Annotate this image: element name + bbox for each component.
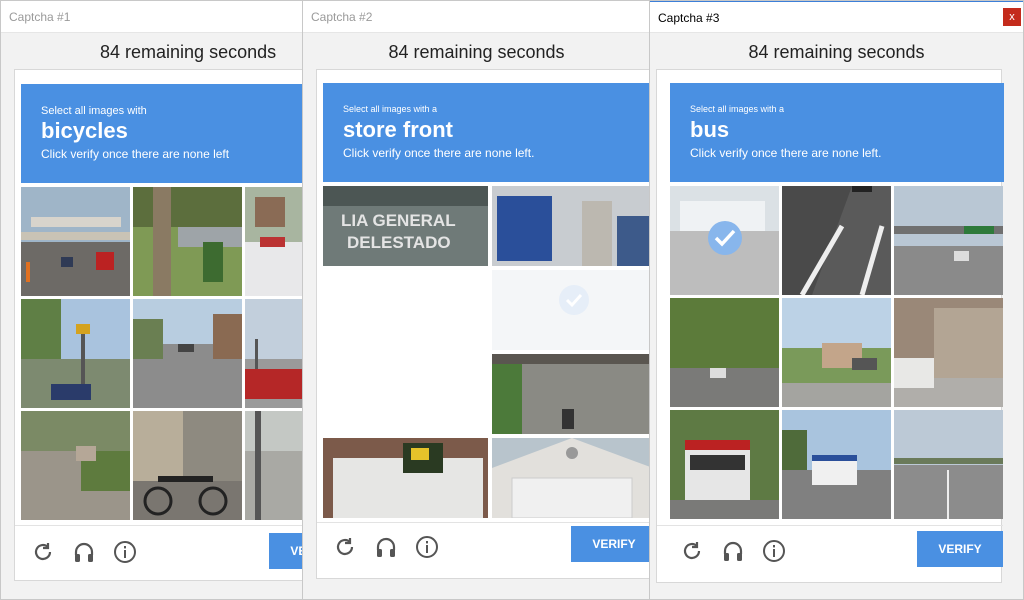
- image-tile[interactable]: [670, 186, 779, 295]
- verify-button[interactable]: VERIFY: [917, 531, 1003, 567]
- headphones-icon[interactable]: [374, 535, 398, 559]
- window-title: Captcha #1: [9, 10, 71, 24]
- window-title: Captcha #3: [658, 11, 720, 25]
- title-bar[interactable]: Captcha #2: [303, 1, 650, 33]
- verify-button[interactable]: VERIFY: [269, 533, 305, 569]
- image-tile[interactable]: [245, 411, 305, 520]
- image-tile[interactable]: LIA GENERAL DELESTADO: [323, 186, 488, 266]
- reload-icon[interactable]: [31, 540, 55, 564]
- prompt-banner: Select all images with a bus Click verif…: [670, 83, 1004, 182]
- captcha-panel: Select all images with bicycles Click ve…: [14, 69, 305, 581]
- captcha-window-2: Captcha #2 84 remaining seconds Select a…: [302, 0, 651, 600]
- image-tile[interactable]: [670, 410, 779, 519]
- countdown-timer: 84 remaining seconds: [100, 42, 277, 62]
- captcha-panel: Select all images with a bus Click verif…: [656, 69, 1004, 583]
- prompt-banner: Select all images with a store front Cli…: [323, 83, 650, 182]
- image-tile[interactable]: [492, 438, 650, 518]
- image-tile[interactable]: [782, 298, 891, 407]
- info-icon[interactable]: [415, 535, 439, 559]
- prompt-hint: Click verify once there are none left.: [343, 146, 535, 160]
- image-tile[interactable]: [323, 438, 488, 518]
- reload-icon[interactable]: [333, 535, 357, 559]
- image-tile[interactable]: [21, 299, 130, 408]
- image-tile[interactable]: [133, 187, 242, 296]
- image-tile[interactable]: [894, 186, 1003, 295]
- prompt-instruction: Select all images with: [41, 105, 147, 117]
- prompt-target: bus: [690, 117, 730, 142]
- image-tile[interactable]: [245, 299, 305, 408]
- title-bar[interactable]: Captcha #1: [1, 1, 305, 33]
- image-tile[interactable]: [21, 411, 130, 520]
- headphones-icon[interactable]: [721, 539, 745, 563]
- prompt-target: bicycles: [41, 118, 128, 143]
- divider: [657, 525, 1003, 526]
- prompt-banner: Select all images with bicycles Click ve…: [21, 84, 305, 183]
- image-tile[interactable]: [670, 298, 779, 407]
- image-tile[interactable]: [323, 270, 488, 350]
- image-tile[interactable]: [245, 187, 305, 296]
- info-icon[interactable]: [113, 540, 137, 564]
- prompt-target: store front: [343, 117, 453, 142]
- prompt-instruction: Select all images with a: [343, 104, 438, 114]
- image-tile[interactable]: [492, 354, 650, 434]
- image-tile[interactable]: [133, 411, 242, 520]
- prompt-hint: Click verify once there are none left: [41, 147, 230, 161]
- image-tile[interactable]: [492, 186, 650, 266]
- captcha-panel: Select all images with a store front Cli…: [316, 69, 650, 579]
- window-title: Captcha #2: [311, 10, 373, 24]
- close-button[interactable]: x: [1003, 8, 1021, 26]
- divider: [15, 525, 305, 526]
- divider: [317, 522, 650, 523]
- image-tile[interactable]: [894, 298, 1003, 407]
- image-tile[interactable]: [133, 299, 242, 408]
- image-tile[interactable]: [323, 354, 488, 434]
- prompt-instruction: Select all images with a: [690, 104, 785, 114]
- headphones-icon[interactable]: [72, 540, 96, 564]
- captcha-window-3: Captcha #3 x 84 remaining seconds Select…: [649, 0, 1024, 600]
- countdown-timer: 84 remaining seconds: [748, 42, 925, 62]
- title-bar[interactable]: Captcha #3 x: [650, 1, 1023, 33]
- image-tile[interactable]: [492, 270, 650, 350]
- reload-icon[interactable]: [680, 539, 704, 563]
- countdown-timer: 84 remaining seconds: [388, 42, 565, 62]
- image-tile[interactable]: [894, 410, 1003, 519]
- image-tile[interactable]: [782, 186, 891, 295]
- image-tile[interactable]: [21, 187, 130, 296]
- captcha-window-1: Captcha #1 84 remaining seconds Select a…: [0, 0, 306, 600]
- sign-line-2: DELESTADO: [347, 233, 451, 252]
- info-icon[interactable]: [762, 539, 786, 563]
- image-tile[interactable]: [782, 410, 891, 519]
- sign-line-1: LIA GENERAL: [341, 211, 456, 230]
- prompt-hint: Click verify once there are none left.: [690, 146, 882, 160]
- verify-button[interactable]: VERIFY: [571, 526, 650, 562]
